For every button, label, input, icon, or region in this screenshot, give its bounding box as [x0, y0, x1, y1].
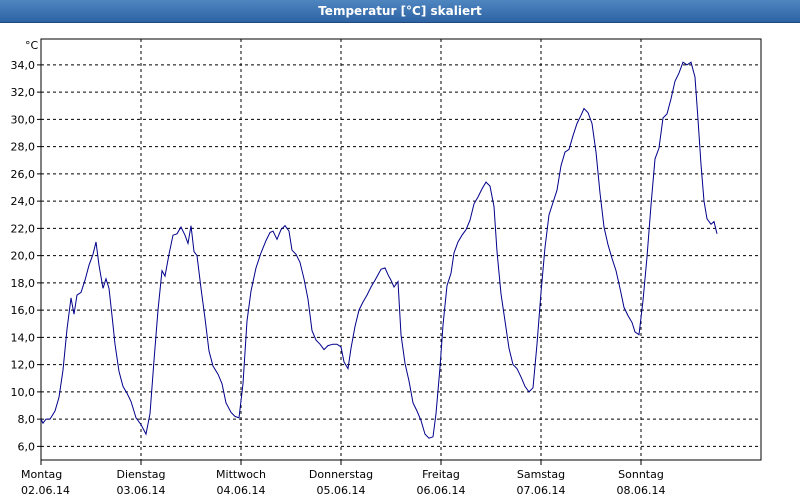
temperature-line: [40, 61, 718, 439]
y-tick-label: 26,0: [11, 168, 36, 181]
y-tick-label: 18,0: [11, 277, 36, 290]
x-date-label: 02.06.14: [21, 484, 70, 497]
window-title: Temperatur [°C] skaliert: [318, 4, 482, 18]
x-day-name-label: Samstag: [517, 468, 565, 481]
x-axis-day-labels: Montag 02.06.14 Dienstag 03.06.14 Mittwoch 04…: [21, 460, 665, 497]
y-tick-label: 22,0: [11, 222, 36, 235]
x-date-label: 06.06.14: [417, 484, 466, 497]
x-day-name-label: Freitag: [422, 468, 460, 481]
y-tick-label: 12,0: [11, 359, 36, 372]
x-day-name-label: Sonntag: [618, 468, 664, 481]
y-tick-label: 32,0: [11, 86, 36, 99]
x-day-name-label: Mittwoch: [216, 468, 266, 481]
window-title-bar: Temperatur [°C] skaliert: [0, 0, 800, 23]
x-date-label: 03.06.14: [117, 484, 166, 497]
y-tick-label: 34,0: [11, 59, 36, 72]
y-tick-label: 6,0: [18, 440, 36, 453]
temperature-chart: 6,0 8,0 10,0 12,0 14,0 16,0 18,0 20,0 22,0 24,0 26…: [11, 38, 762, 497]
y-tick-label: 30,0: [11, 113, 36, 126]
y-tick-label: 16,0: [11, 304, 36, 317]
y-tick-label: 20,0: [11, 250, 36, 263]
y-tick-label: 24,0: [11, 195, 36, 208]
y-tick-label: 10,0: [11, 386, 36, 399]
x-day-name-label: Montag: [21, 468, 62, 481]
y-tick-label: 8,0: [18, 413, 36, 426]
chart-grid: [41, 39, 761, 460]
x-date-label: 04.06.14: [217, 484, 266, 497]
y-tick-label: 28,0: [11, 141, 36, 154]
x-day-name-label: Dienstag: [116, 468, 165, 481]
x-date-label: 05.06.14: [317, 484, 366, 497]
y-tick-label: 14,0: [11, 331, 36, 344]
x-date-label: 07.06.14: [517, 484, 566, 497]
y-axis-unit-label: °C: [25, 39, 39, 52]
x-day-name-label: Donnerstag: [309, 468, 373, 481]
x-date-label: 08.06.14: [617, 484, 666, 497]
y-axis-ticks: 6,0 8,0 10,0 12,0 14,0 16,0 18,0 20,0 22,0 24,0 26…: [11, 59, 41, 453]
plot-frame: [40, 38, 762, 461]
